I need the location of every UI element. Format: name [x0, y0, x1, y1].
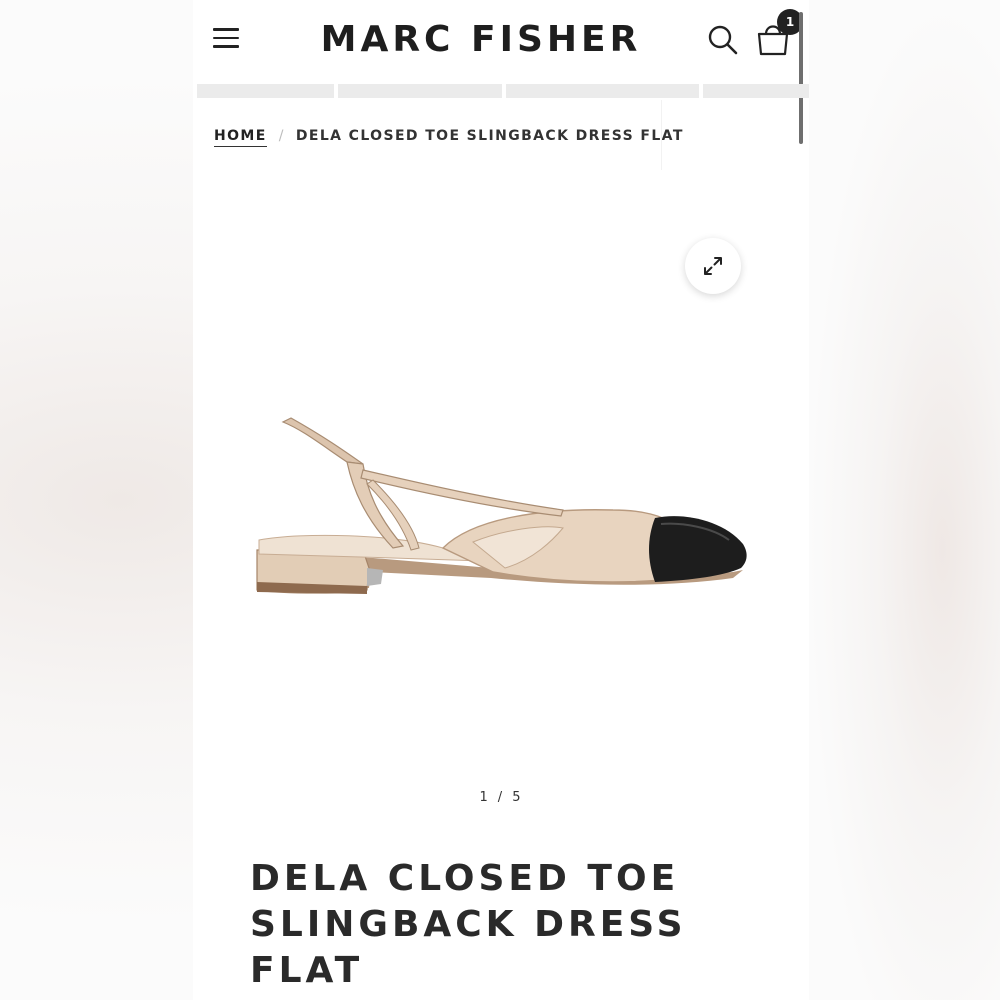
search-icon[interactable] — [707, 24, 739, 56]
mobile-page: MARC FISHER 1 HOME / DELA CLOSED TOE SLING… — [193, 0, 809, 1000]
nav-tab[interactable] — [703, 84, 809, 98]
site-header: MARC FISHER 1 — [193, 0, 809, 84]
nav-tab[interactable] — [338, 84, 502, 98]
breadcrumb: HOME / DELA CLOSED TOE SLINGBACK DRESS FLA… — [214, 128, 684, 148]
pager-total: 5 — [512, 790, 523, 805]
product-image[interactable] — [243, 400, 763, 620]
breadcrumb-current: DELA CLOSED TOE SLINGBACK DRESS FLAT — [295, 128, 684, 144]
nav-tab[interactable] — [197, 84, 334, 98]
menu-icon[interactable] — [213, 28, 241, 52]
divider — [661, 100, 662, 170]
breadcrumb-home-link[interactable]: HOME — [214, 128, 267, 147]
pager-current: 1 — [479, 790, 490, 805]
pager-separator: / — [497, 790, 505, 805]
background-blur-right — [808, 0, 1000, 1000]
nav-tab[interactable] — [506, 84, 699, 98]
product-title: DELA CLOSED TOE SLINGBACK DRESS FLAT — [250, 858, 687, 991]
brand-logo[interactable]: MARC FISHER — [289, 16, 673, 64]
image-pager: 1 / 5 — [193, 790, 809, 805]
scrollbar[interactable] — [799, 12, 803, 144]
expand-icon[interactable] — [685, 238, 741, 294]
breadcrumb-separator: / — [278, 128, 285, 144]
category-nav — [193, 84, 809, 98]
